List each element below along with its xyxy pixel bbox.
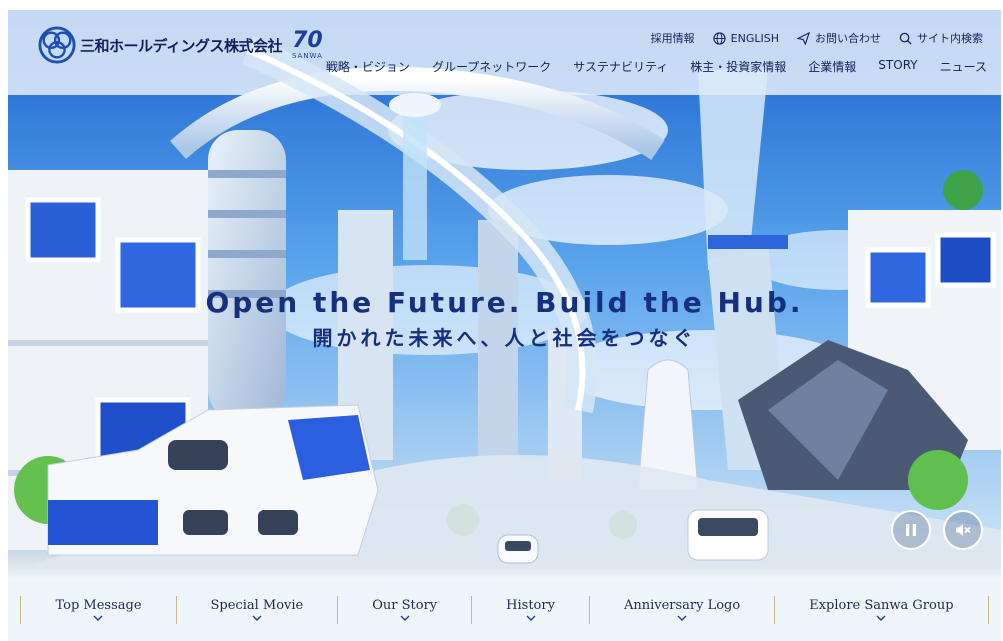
- sanwa-logo-icon: [38, 26, 76, 64]
- util-recruit-label: 採用情報: [650, 32, 695, 45]
- gnav-item-investors[interactable]: 株主・投資家情報: [690, 58, 786, 75]
- chevron-down-icon: [526, 615, 536, 621]
- gnav-item-company[interactable]: 企業情報: [808, 58, 856, 75]
- bottomnav-label: History: [506, 597, 555, 613]
- util-english-label: ENGLISH: [730, 31, 779, 45]
- gnav-item-news[interactable]: ニュース: [940, 58, 987, 75]
- pause-button[interactable]: [891, 510, 931, 550]
- anniversary-section-nav: Top Message Special Movie Our Story Hist…: [8, 578, 1001, 641]
- global-nav: 戦略・ビジョン グループネットワーク サステナビリティ 株主・投資家情報 企業情…: [326, 58, 987, 75]
- pause-icon: [906, 524, 916, 536]
- chevron-down-icon: [876, 615, 886, 621]
- bottomnav-label: Explore Sanwa Group: [809, 597, 954, 613]
- util-search-label: サイト内検索: [917, 32, 983, 45]
- bottomnav-item-our-story[interactable]: Our Story: [338, 598, 471, 622]
- bottomnav-label: Anniversary Logo: [623, 597, 741, 613]
- bottomnav-item-anniversary-logo[interactable]: Anniversary Logo: [590, 598, 774, 622]
- anniversary-badge: 70 SANWA: [291, 28, 323, 61]
- hero-section: 三和ホールディングス株式会社 70 SANWA 採用情報 ENGLISH お問い…: [8, 10, 1001, 578]
- gnav-item-group-network[interactable]: グループネットワーク: [432, 58, 551, 75]
- paper-plane-icon: [797, 31, 810, 45]
- utility-nav: 採用情報 ENGLISH お問い合わせ サイト内検索: [651, 30, 983, 46]
- anniversary-word: SANWA: [291, 52, 323, 60]
- bottomnav-label: Top Message: [55, 597, 142, 613]
- gnav-item-story[interactable]: STORY: [878, 58, 917, 75]
- util-search-link[interactable]: サイト内検索: [899, 30, 983, 46]
- hero-headline-en: Open the Future. Build the Hub.: [205, 286, 804, 319]
- company-name: 三和ホールディングス株式会社: [80, 36, 282, 55]
- chevron-down-icon: [93, 615, 103, 621]
- bottomnav-item-top-message[interactable]: Top Message: [21, 598, 175, 622]
- nav-separator: [987, 595, 989, 624]
- gnav-item-sustainability[interactable]: サステナビリティ: [573, 58, 668, 75]
- util-english-link[interactable]: ENGLISH: [713, 32, 779, 45]
- globe-icon: [713, 31, 726, 45]
- mute-button[interactable]: [943, 510, 983, 550]
- company-logo[interactable]: 三和ホールディングス株式会社 70 SANWA: [38, 26, 323, 64]
- chevron-down-icon: [252, 615, 262, 621]
- bottomnav-item-history[interactable]: History: [472, 598, 589, 622]
- chevron-down-icon: [677, 615, 687, 621]
- mute-icon: [956, 524, 971, 536]
- bottomnav-label: Our Story: [372, 597, 438, 613]
- bottomnav-item-special-movie[interactable]: Special Movie: [177, 598, 338, 622]
- bottomnav-item-explore-group[interactable]: Explore Sanwa Group: [775, 598, 987, 622]
- search-icon: [899, 32, 912, 45]
- chevron-down-icon: [400, 615, 410, 621]
- page-frame: 三和ホールディングス株式会社 70 SANWA 採用情報 ENGLISH お問い…: [8, 10, 1001, 641]
- hero-headline-ja: 開かれた未来へ、人と社会をつなぐ: [312, 326, 697, 350]
- anniversary-number: 70: [292, 28, 323, 53]
- bottomnav-label: Special Movie: [210, 597, 304, 613]
- gnav-item-strategy[interactable]: 戦略・ビジョン: [326, 58, 410, 75]
- util-contact-label: お問い合わせ: [815, 32, 881, 45]
- util-contact-link[interactable]: お問い合わせ: [797, 30, 881, 46]
- util-recruit-link[interactable]: 採用情報: [651, 30, 695, 46]
